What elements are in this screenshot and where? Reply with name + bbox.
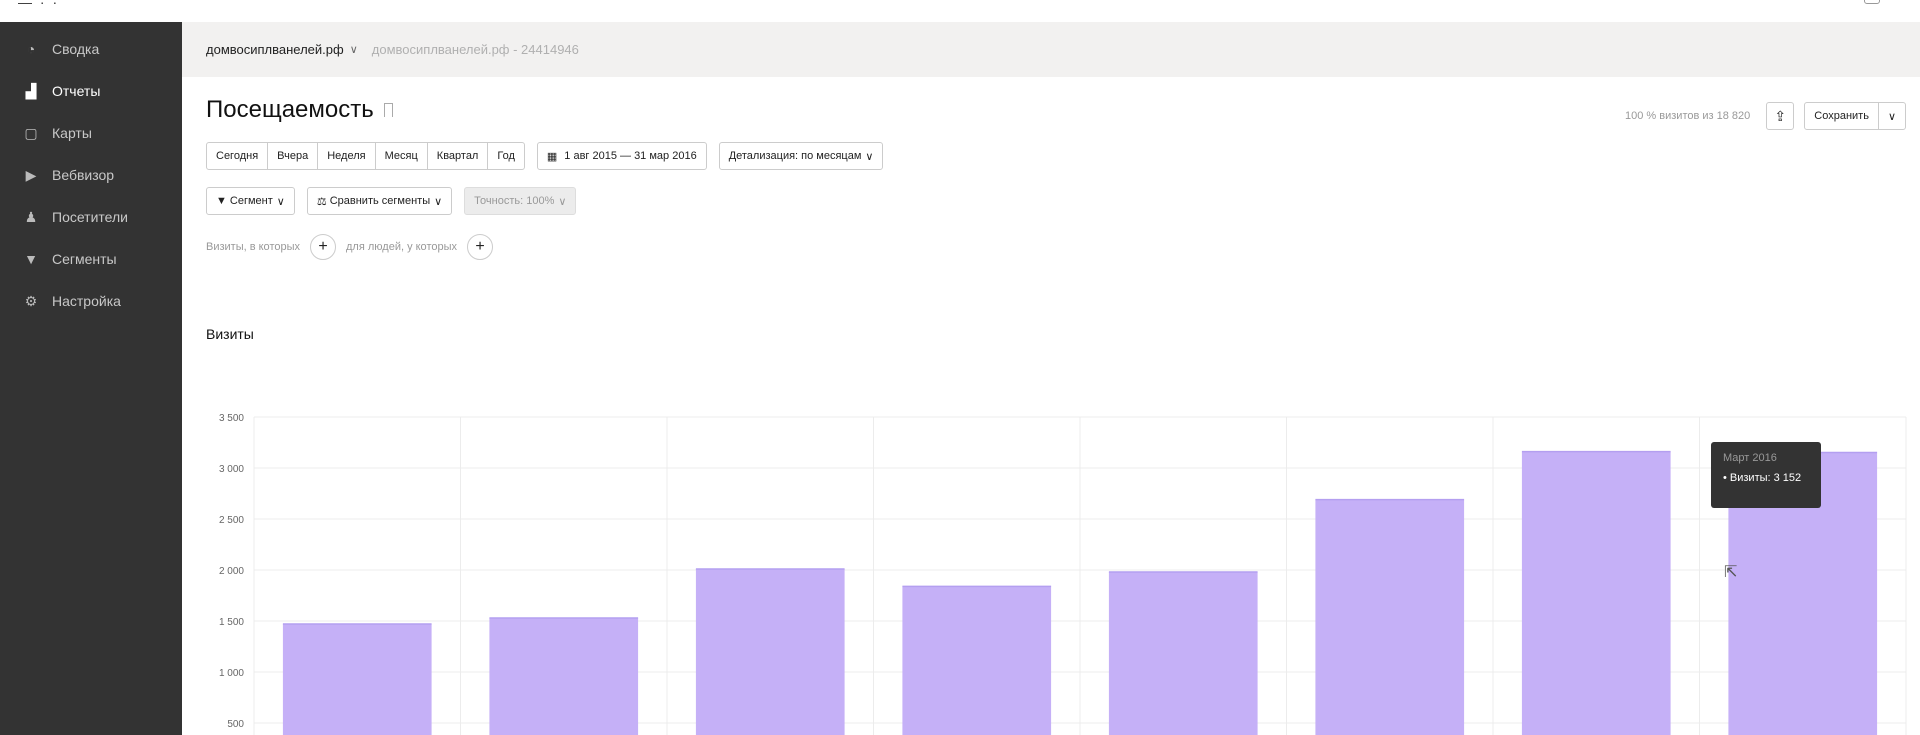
menu-icon[interactable]: — · · (18, 0, 59, 10)
add-people-condition-button[interactable]: + (467, 234, 493, 260)
date-range-picker[interactable]: ▦ 1 авг 2015 — 31 мар 2016 (536, 142, 707, 170)
y-tick-label: 500 (227, 719, 244, 730)
visits-condition-label: Визиты, в которых (206, 241, 300, 253)
date-range-label: 1 авг 2015 — 31 мар 2016 (564, 150, 697, 162)
chevron-down-icon: ∨ (865, 150, 874, 163)
sidebar-item-summary[interactable]: ◔ Сводка (0, 28, 182, 70)
y-tick-label: 2 500 (219, 515, 244, 526)
chevron-down-icon: ∨ (1887, 110, 1896, 123)
sidebar: ◔ Сводка ▟ Отчеты ▢ Карты ▶ Вебвизор ♟ П… (0, 22, 182, 735)
bar (1108, 572, 1258, 735)
main-content: домвосиплванелей.рф ∨ домвосиплванелей.р… (182, 22, 1920, 735)
bar (695, 568, 845, 735)
people-condition-label: для людей, у которых (346, 241, 457, 253)
counter-selector[interactable]: домвосиплванелей.рф (206, 42, 344, 57)
period-buttons: Сегодня Вчера Неделя Месяц Квартал Год (206, 142, 525, 170)
chart-tooltip: Март 2016 • Визиты: 3 152 (1711, 442, 1821, 508)
add-visit-condition-button[interactable]: + (310, 234, 336, 260)
bookmark-icon[interactable] (383, 103, 393, 117)
sidebar-item-segments[interactable]: ▼ Сегменты (0, 238, 182, 280)
map-icon: ▢ (24, 124, 38, 141)
y-tick-label: 3 500 (219, 413, 244, 424)
y-tick-label: 2 000 (219, 566, 244, 577)
period-month-button[interactable]: Месяц (374, 142, 428, 170)
gear-icon: ⚙ (24, 292, 38, 309)
chevron-down-icon: ∨ (276, 195, 285, 208)
period-year-button[interactable]: Год (487, 142, 525, 170)
play-icon: ▶ (25, 166, 37, 183)
filter-icon: ▼ (24, 251, 38, 267)
segment-label: Сегмент (229, 195, 273, 207)
compare-label: Сравнить сегменты (329, 195, 431, 207)
conditions-row: Визиты, в которых + для людей, у которых… (206, 234, 503, 260)
share-icon: ⇪ (1774, 107, 1787, 124)
compare-segments-button[interactable]: ⚖ Сравнить сегменты ∨ (306, 187, 453, 215)
bar (1315, 499, 1465, 735)
y-tick-label: 1 500 (219, 617, 244, 628)
bar (902, 586, 1052, 735)
chevron-down-icon: ∨ (558, 195, 567, 208)
sampling-info: 100 % визитов из 18 820 (1625, 110, 1751, 122)
account-icon[interactable] (1864, 0, 1880, 4)
sidebar-item-reports[interactable]: ▟ Отчеты (0, 70, 182, 112)
compare-icon: ⚖ (316, 195, 327, 208)
tooltip-value: • Визиты: 3 152 (1723, 472, 1802, 484)
sidebar-item-label: Настройка (52, 293, 121, 309)
sidebar-item-label: Посетители (52, 209, 128, 225)
sidebar-item-label: Сводка (52, 41, 100, 57)
period-yesterday-button[interactable]: Вчера (267, 142, 319, 170)
sidebar-item-webvisor[interactable]: ▶ Вебвизор (0, 154, 182, 196)
sidebar-item-visitors[interactable]: ♟ Посетители (0, 196, 182, 238)
sidebar-item-label: Сегменты (52, 251, 117, 267)
counter-bar: домвосиплванелей.рф ∨ домвосиплванелей.р… (182, 22, 1920, 77)
bar (282, 624, 432, 735)
detail-select[interactable]: Детализация: по месяцам ∨ (718, 142, 884, 170)
chevron-down-icon[interactable]: ∨ (350, 43, 358, 56)
bar (489, 617, 639, 735)
calendar-icon: ▦ (546, 150, 558, 163)
filter-icon: ▼ (216, 195, 227, 207)
segment-button[interactable]: ▼ Сегмент ∨ (206, 187, 295, 215)
export-button[interactable]: ⇪ (1766, 102, 1795, 130)
tooltip-date: Март 2016 (1723, 452, 1777, 464)
period-quarter-button[interactable]: Квартал (426, 142, 489, 170)
y-tick-label: 3 000 (219, 464, 244, 475)
dashboard-icon: ◔ (26, 41, 36, 57)
plus-icon: + (475, 238, 485, 255)
top-strip: — · · (0, 0, 1920, 22)
save-menu-button[interactable]: ∨ (1877, 102, 1906, 130)
chevron-down-icon: ∨ (434, 195, 443, 208)
y-tick-label: 1 000 (219, 668, 244, 679)
accuracy-select[interactable]: Точность: 100% ∨ (464, 187, 577, 215)
sidebar-item-label: Вебвизор (52, 167, 115, 183)
bar-chart-icon: ▟ (25, 82, 37, 99)
user-icon: ♟ (24, 208, 38, 225)
bar (1521, 451, 1671, 735)
sidebar-item-settings[interactable]: ⚙ Настройка (0, 280, 182, 322)
sidebar-item-label: Отчеты (52, 83, 101, 99)
sidebar-item-label: Карты (52, 125, 92, 141)
plus-icon: + (318, 238, 328, 255)
page-title: Посещаемость (206, 96, 374, 123)
accuracy-label: Точность: 100% (474, 195, 555, 207)
visits-bar-chart: 500 1 000 1 500 2 000 2 500 3 000 3 500 (219, 413, 1907, 735)
detail-label: Детализация: по месяцам (728, 150, 862, 162)
save-button[interactable]: Сохранить (1804, 102, 1879, 130)
mouse-cursor-icon: ⇱ (1724, 564, 1738, 581)
period-today-button[interactable]: Сегодня (206, 142, 269, 170)
chart-title: Визиты (206, 326, 254, 342)
counter-id: домвосиплванелей.рф - 24414946 (371, 42, 579, 57)
period-week-button[interactable]: Неделя (317, 142, 376, 170)
sidebar-item-maps[interactable]: ▢ Карты (0, 112, 182, 154)
